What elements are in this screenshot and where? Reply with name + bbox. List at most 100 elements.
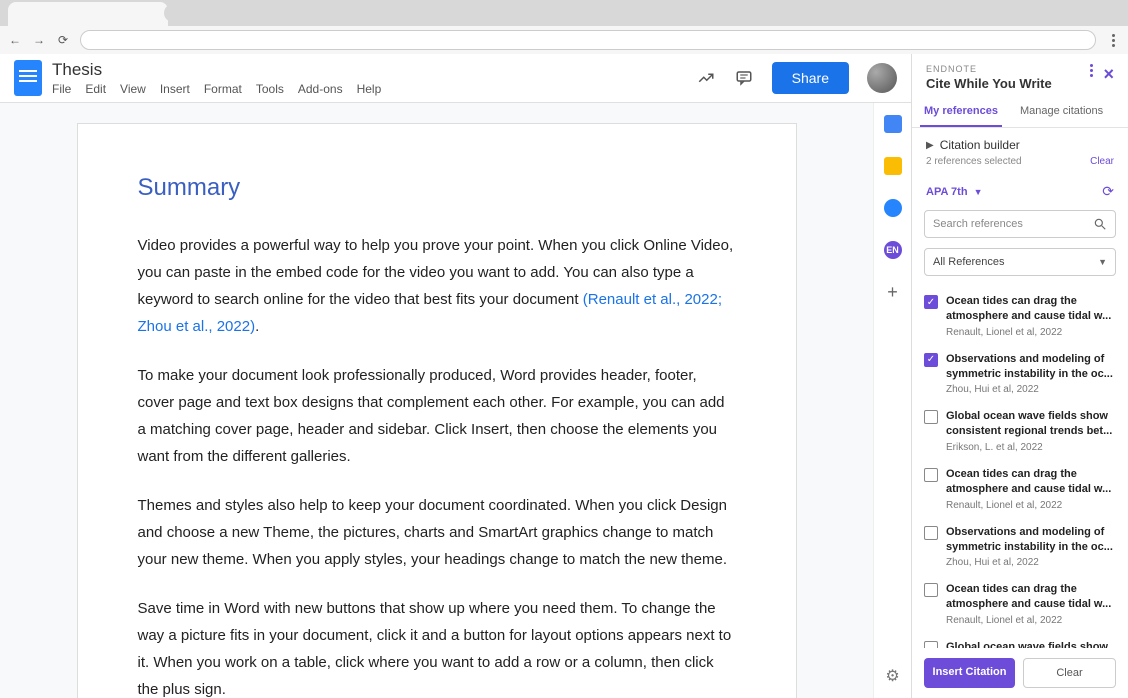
tasks-icon[interactable] <box>884 199 902 217</box>
forward-icon[interactable]: → <box>32 33 46 47</box>
tab-manage-citations[interactable]: Manage citations <box>1016 97 1107 127</box>
menu-insert[interactable]: Insert <box>160 82 190 96</box>
docs-logo-icon[interactable] <box>14 60 42 96</box>
clear-button[interactable]: Clear <box>1023 658 1116 688</box>
endnote-icon[interactable]: EN <box>884 241 902 259</box>
chevron-down-icon: ▼ <box>974 187 983 197</box>
panel-supertitle: ENDNOTE <box>926 64 1090 74</box>
menu-tools[interactable]: Tools <box>256 82 284 96</box>
docs-header: Thesis File Edit View Insert Format Tool… <box>0 54 911 102</box>
chevron-right-icon: ▶ <box>926 140 934 151</box>
reference-checkbox[interactable]: ✓ <box>924 295 938 309</box>
calendar-icon[interactable] <box>884 115 902 133</box>
app-container: Thesis File Edit View Insert Format Tool… <box>0 54 1128 698</box>
reference-title: Observations and modeling of symmetric i… <box>946 352 1116 382</box>
citation-builder-label: Citation builder <box>940 138 1020 152</box>
comments-icon[interactable] <box>734 68 754 88</box>
reference-author: Erikson, L. et al, 2022 <box>946 442 1116 453</box>
keep-icon[interactable] <box>884 157 902 175</box>
insert-citation-button[interactable]: Insert Citation <box>924 658 1015 688</box>
tab-curve <box>164 4 182 22</box>
menu-view[interactable]: View <box>120 82 146 96</box>
paragraph-3: Themes and styles also help to keep your… <box>138 492 736 573</box>
panel-header: ENDNOTE Cite While You Write × <box>912 54 1128 97</box>
browser-chrome: ← → ⟳ <box>0 0 1128 54</box>
paragraph-1: Video provides a powerful way to help yo… <box>138 232 736 340</box>
menu-bar: File Edit View Insert Format Tools Add-o… <box>52 82 686 96</box>
reference-title: Ocean tides can drag the atmosphere and … <box>946 582 1116 612</box>
reference-item[interactable]: Ocean tides can drag the atmosphere and … <box>912 576 1128 634</box>
reference-author: Renault, Lionel et al, 2022 <box>946 615 1116 626</box>
menu-edit[interactable]: Edit <box>85 82 106 96</box>
reference-author: Renault, Lionel et al, 2022 <box>946 500 1116 511</box>
refresh-icon[interactable]: ⟳ <box>1102 183 1114 200</box>
panel-tabs: My references Manage citations <box>912 97 1128 128</box>
gear-icon[interactable]: ⚙ <box>885 666 899 686</box>
side-rail: EN + ⚙ <box>873 103 911 698</box>
reference-title: Ocean tides can drag the atmosphere and … <box>946 467 1116 497</box>
search-input[interactable]: Search references <box>924 210 1116 238</box>
reference-item[interactable]: ✓ Observations and modeling of symmetric … <box>912 346 1128 404</box>
paragraph-1-end: . <box>255 318 259 335</box>
chevron-down-icon: ▼ <box>1098 257 1107 267</box>
selection-row: 2 references selected Clear <box>912 156 1128 177</box>
share-button[interactable]: Share <box>772 62 849 94</box>
browser-tab[interactable] <box>8 2 168 26</box>
search-placeholder: Search references <box>933 218 1023 230</box>
reference-author: Zhou, Hui et al, 2022 <box>946 557 1116 568</box>
panel-menu-icon[interactable] <box>1090 64 1093 77</box>
menu-format[interactable]: Format <box>204 82 242 96</box>
menu-file[interactable]: File <box>52 82 71 96</box>
reload-icon[interactable]: ⟳ <box>56 33 70 47</box>
activity-icon[interactable] <box>696 68 716 88</box>
menu-help[interactable]: Help <box>357 82 382 96</box>
reference-item[interactable]: ✓ Ocean tides can drag the atmosphere and… <box>912 288 1128 346</box>
paragraph-2: To make your document look professionall… <box>138 362 736 470</box>
reference-list[interactable]: ✓ Ocean tides can drag the atmosphere and… <box>912 282 1128 648</box>
reference-author: Zhou, Hui et al, 2022 <box>946 384 1116 395</box>
reference-item[interactable]: Ocean tides can drag the atmosphere and … <box>912 461 1128 519</box>
add-addon-icon[interactable]: + <box>887 283 898 301</box>
menu-addons[interactable]: Add-ons <box>298 82 343 96</box>
browser-menu-icon[interactable] <box>1106 34 1120 47</box>
collection-selected: All References <box>933 256 1005 268</box>
reference-item[interactable]: Observations and modeling of symmetric i… <box>912 519 1128 577</box>
reference-item[interactable]: Global ocean wave fields show consistent… <box>912 403 1128 461</box>
document-page[interactable]: Summary Video provides a powerful way to… <box>77 123 797 698</box>
address-bar[interactable] <box>80 30 1096 50</box>
back-icon[interactable]: ← <box>8 33 22 47</box>
document-title[interactable]: Thesis <box>52 61 686 78</box>
reference-title: Observations and modeling of symmetric i… <box>946 525 1116 555</box>
citation-builder-row[interactable]: ▶ Citation builder <box>912 128 1128 156</box>
page-scroll[interactable]: Summary Video provides a powerful way to… <box>0 103 873 698</box>
docs-app: Thesis File Edit View Insert Format Tool… <box>0 54 912 698</box>
docs-body: Summary Video provides a powerful way to… <box>0 102 911 698</box>
reference-checkbox[interactable]: ✓ <box>924 353 938 367</box>
reference-author: Renault, Lionel et al, 2022 <box>946 327 1116 338</box>
paragraph-4: Save time in Word with new buttons that … <box>138 595 736 698</box>
panel-title: Cite While You Write <box>926 76 1090 91</box>
browser-toolbar: ← → ⟳ <box>0 26 1128 54</box>
reference-checkbox[interactable] <box>924 410 938 424</box>
avatar[interactable] <box>867 63 897 93</box>
collection-dropdown[interactable]: All References ▼ <box>924 248 1116 276</box>
reference-checkbox[interactable] <box>924 526 938 540</box>
search-icon <box>1093 217 1107 231</box>
clear-selection-link[interactable]: Clear <box>1090 156 1114 167</box>
selected-count: 2 references selected <box>926 156 1022 167</box>
endnote-panel: ENDNOTE Cite While You Write × My refere… <box>912 54 1128 698</box>
reference-title: Ocean tides can drag the atmosphere and … <box>946 294 1116 324</box>
close-icon[interactable]: × <box>1103 64 1114 85</box>
citation-style: APA 7th <box>926 186 968 198</box>
tab-strip <box>0 0 1128 26</box>
panel-footer: Insert Citation Clear <box>912 648 1128 698</box>
tab-my-references[interactable]: My references <box>920 97 1002 127</box>
reference-checkbox[interactable] <box>924 468 938 482</box>
citation-style-row[interactable]: APA 7th ▼ ⟳ <box>912 177 1128 206</box>
reference-title: Global ocean wave fields show <box>946 640 1116 648</box>
reference-title: Global ocean wave fields show consistent… <box>946 409 1116 439</box>
reference-item[interactable]: Global ocean wave fields show <box>912 634 1128 648</box>
reference-checkbox[interactable] <box>924 641 938 648</box>
summary-heading: Summary <box>138 174 736 202</box>
reference-checkbox[interactable] <box>924 583 938 597</box>
